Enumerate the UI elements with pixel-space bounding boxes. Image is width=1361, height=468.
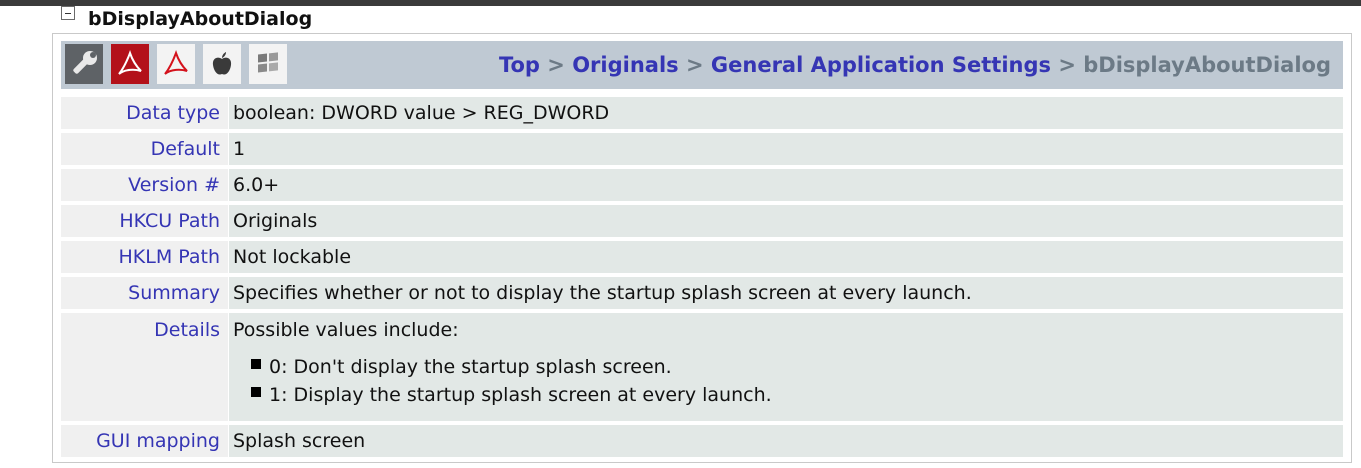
breadcrumb-link-general-settings[interactable]: General Application Settings bbox=[711, 53, 1051, 77]
collapse-toggle-icon[interactable] bbox=[61, 6, 75, 20]
row-value: 1 bbox=[229, 133, 1343, 165]
row-label: GUI mapping bbox=[61, 425, 228, 457]
row-label: Default bbox=[61, 133, 228, 165]
row-hkcu-path: HKCU Path Originals bbox=[61, 205, 1343, 237]
breadcrumb-current: bDisplayAboutDialog bbox=[1083, 53, 1331, 77]
row-label: Data type bbox=[61, 97, 228, 129]
list-item: 0: Don't display the startup splash scre… bbox=[251, 353, 1343, 381]
row-value: Not lockable bbox=[229, 241, 1343, 273]
row-label: HKLM Path bbox=[61, 241, 228, 273]
wrench-icon[interactable] bbox=[65, 44, 103, 84]
section-heading: bDisplayAboutDialog bbox=[88, 8, 313, 30]
row-gui-mapping: GUI mapping Splash screen bbox=[61, 425, 1343, 457]
row-value: Specifies whether or not to display the … bbox=[229, 277, 1343, 309]
row-default: Default 1 bbox=[61, 133, 1343, 165]
row-value: Originals bbox=[229, 205, 1343, 237]
row-value: boolean: DWORD value > REG_DWORD bbox=[229, 97, 1343, 129]
breadcrumb-separator: > bbox=[685, 53, 704, 77]
row-value: Possible values include: 0: Don't displa… bbox=[229, 313, 1343, 421]
row-version: Version # 6.0+ bbox=[61, 169, 1343, 201]
row-label: Summary bbox=[61, 277, 228, 309]
row-label: Details bbox=[61, 313, 228, 421]
breadcrumb-link-top[interactable]: Top bbox=[499, 53, 540, 77]
row-value: Splash screen bbox=[229, 425, 1343, 457]
breadcrumb-link-originals[interactable]: Originals bbox=[572, 53, 678, 77]
details-list: 0: Don't display the startup splash scre… bbox=[233, 353, 1343, 409]
breadcrumb: Top > Originals > General Application Se… bbox=[499, 41, 1331, 89]
apple-icon[interactable] bbox=[203, 44, 241, 84]
breadcrumb-separator: > bbox=[1058, 53, 1076, 77]
toolbar: Top > Originals > General Application Se… bbox=[61, 41, 1343, 89]
setting-panel: Top > Originals > General Application Se… bbox=[52, 33, 1352, 463]
reader-icon[interactable] bbox=[157, 44, 195, 84]
row-summary: Summary Specifies whether or not to disp… bbox=[61, 277, 1343, 309]
row-label: Version # bbox=[61, 169, 228, 201]
windows-icon[interactable] bbox=[249, 44, 287, 84]
list-item: 1: Display the startup splash screen at … bbox=[251, 381, 1343, 409]
row-hklm-path: HKLM Path Not lockable bbox=[61, 241, 1343, 273]
row-label: HKCU Path bbox=[61, 205, 228, 237]
details-intro: Possible values include: bbox=[233, 319, 459, 341]
row-value: 6.0+ bbox=[229, 169, 1343, 201]
row-details: Details Possible values include: 0: Don'… bbox=[61, 313, 1343, 421]
row-data-type: Data type boolean: DWORD value > REG_DWO… bbox=[61, 97, 1343, 129]
acrobat-icon[interactable] bbox=[111, 44, 149, 84]
breadcrumb-separator: > bbox=[547, 53, 565, 77]
